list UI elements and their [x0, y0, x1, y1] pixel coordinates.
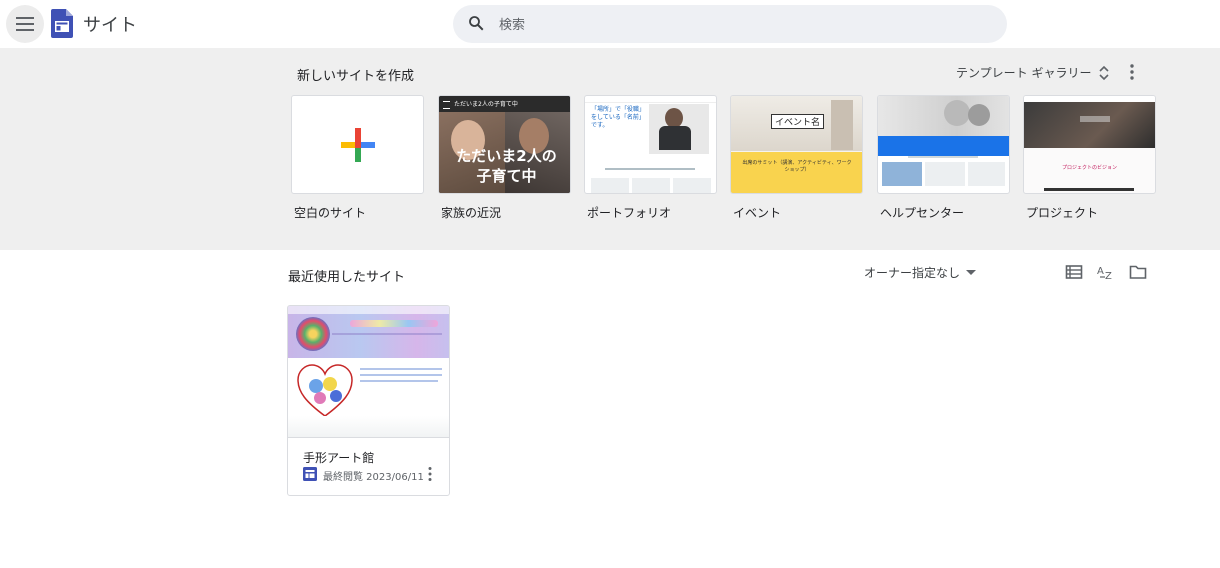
top-app-bar: サイト: [0, 0, 1220, 48]
thumb-project-vision: プロジェクトのビジョン: [1061, 165, 1117, 171]
site-header-banner: [350, 320, 438, 327]
template-thumbnail[interactable]: [877, 95, 1010, 194]
owner-filter-dropdown[interactable]: オーナー指定なし: [864, 264, 977, 281]
recent-sites-title: 最近使用したサイト: [288, 270, 406, 285]
search-bar[interactable]: [453, 5, 1007, 45]
menu-glyph: [443, 101, 450, 109]
owner-filter-label: オーナー指定なし: [864, 266, 961, 280]
template-gallery: 新しいサイトを作成 テンプレート ギャラリー 空白のサイト ただいま2人の子育て…: [0, 48, 1220, 250]
template-thumbnail[interactable]: 「場所」で「役職」をしている「名前」です。: [584, 95, 717, 194]
template-portfolio[interactable]: 「場所」で「役職」をしている「名前」です。 ポートフォリオ: [584, 95, 717, 220]
last-viewed-date: 最終閲覧 2023/06/11: [323, 472, 424, 483]
template-project[interactable]: プロジェクトのビジョン プロジェクト: [1023, 95, 1156, 220]
search-icon[interactable]: [467, 14, 485, 32]
site-name: 手形アート館: [303, 451, 375, 465]
heart-handprint-art: [297, 364, 353, 417]
google-sites-logo[interactable]: [51, 9, 73, 38]
template-family-news[interactable]: ただいま2人の子育て中 ただいま2人の子育て中 家族の近況: [438, 95, 571, 220]
svg-text:Z: Z: [1105, 271, 1112, 282]
main-menu-button[interactable]: [6, 5, 44, 43]
dropdown-arrow-icon: [966, 269, 977, 275]
unfold-more-icon: [1099, 65, 1110, 80]
thumb-event-name: イベント名: [771, 114, 825, 129]
template-help-center[interactable]: ヘルプセンター: [877, 95, 1010, 220]
thumb-bar-text: ただいま2人の子育て中: [454, 101, 518, 108]
template-label: プロジェクト: [1026, 206, 1099, 220]
thumb-text: 「場所」で「役職」をしている「名前」です。: [591, 106, 643, 129]
sites-doc-icon: [303, 467, 317, 481]
template-thumbnail[interactable]: プロジェクトのビジョン: [1023, 95, 1156, 194]
artwork-circle: [296, 317, 330, 351]
recent-site-card[interactable]: 手形アート館 最終閲覧 2023/06/11: [287, 305, 450, 496]
template-thumbnail[interactable]: ただいま2人の子育て中 ただいま2人の子育て中: [438, 95, 571, 194]
hamburger-menu-icon: [16, 17, 34, 31]
template-label: 空白のサイト: [294, 206, 367, 220]
plus-icon: [341, 128, 375, 162]
template-gallery-toggle[interactable]: テンプレート ギャラリー: [956, 64, 1111, 81]
template-gallery-toggle-label: テンプレート ギャラリー: [956, 66, 1092, 80]
app-title: サイト: [83, 15, 137, 36]
template-thumbnail[interactable]: [291, 95, 424, 194]
thumb-event-details: 出席のサミット（講演、アクティビティ、ワークショップ）: [742, 160, 852, 173]
more-vert-icon[interactable]: [1123, 62, 1141, 82]
more-vert-icon[interactable]: [426, 466, 434, 482]
gallery-title: 新しいサイトを作成: [297, 69, 415, 84]
template-event[interactable]: イベント名 出席のサミット（講演、アクティビティ、ワークショップ） イベント: [730, 95, 863, 220]
template-label: ポートフォリオ: [587, 206, 672, 220]
sort-az-icon[interactable]: A Z: [1096, 262, 1116, 282]
template-label: 家族の近況: [441, 206, 502, 220]
thumb-headline: ただいま2人の子育て中: [456, 147, 557, 185]
search-input[interactable]: [497, 5, 981, 45]
template-thumbnail[interactable]: イベント名 出席のサミット（講演、アクティビティ、ワークショップ）: [730, 95, 863, 194]
template-blank-site[interactable]: 空白のサイト: [291, 95, 424, 220]
svg-text:A: A: [1097, 266, 1104, 277]
template-label: ヘルプセンター: [880, 206, 965, 220]
template-label: イベント: [733, 206, 782, 220]
folder-icon[interactable]: [1128, 262, 1148, 282]
site-thumbnail[interactable]: [288, 306, 449, 438]
list-view-icon[interactable]: [1064, 262, 1084, 282]
